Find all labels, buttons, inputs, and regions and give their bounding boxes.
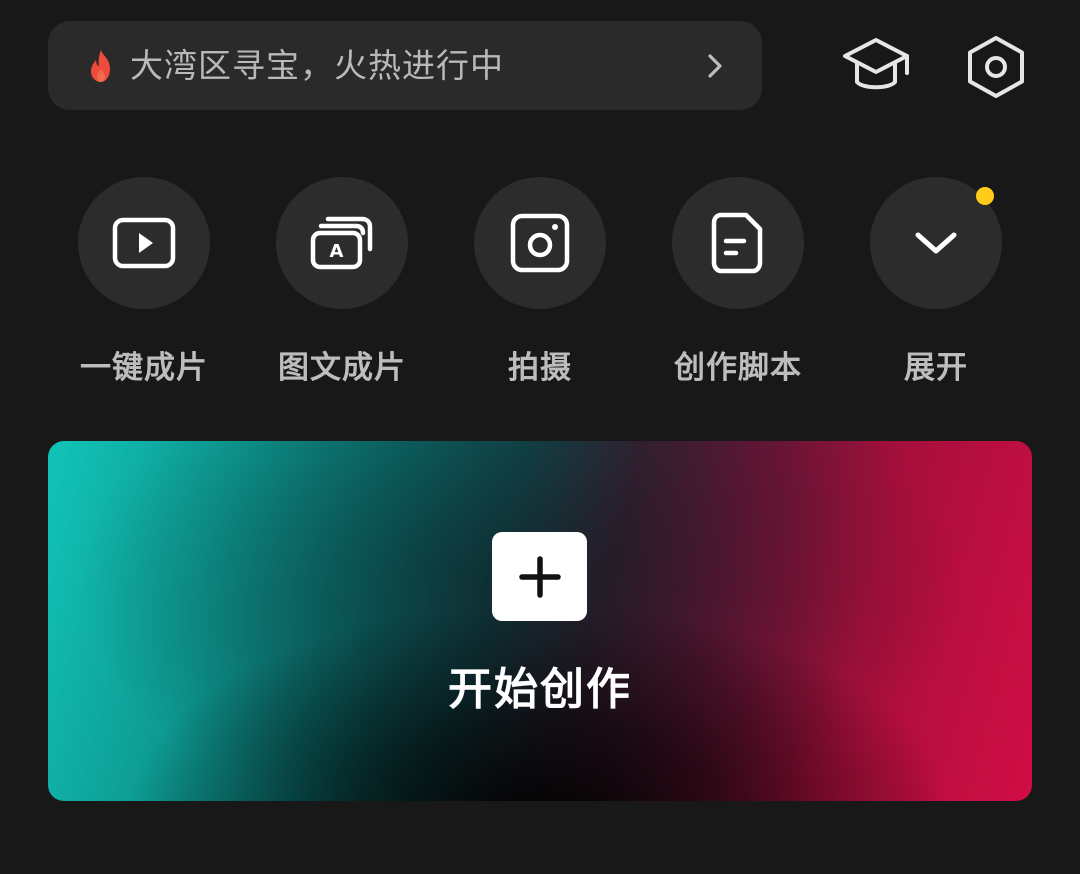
script-document-icon xyxy=(711,212,763,274)
svg-text:A: A xyxy=(330,241,344,262)
action-label: 图文成片 xyxy=(278,350,406,386)
settings-button[interactable] xyxy=(961,35,1031,99)
action-expand[interactable]: 展开 xyxy=(870,177,1002,387)
promo-banner[interactable]: 大湾区寻宝，火热进行中 xyxy=(48,21,762,110)
action-icon-circle xyxy=(78,177,210,309)
chevron-down-icon xyxy=(915,232,957,254)
action-icon-circle xyxy=(474,177,606,309)
start-creation-label: 开始创作 xyxy=(448,664,632,715)
hexagon-settings-icon xyxy=(968,36,1024,98)
banner-text: 大湾区寻宝，火热进行中 xyxy=(130,46,504,85)
action-label: 创作脚本 xyxy=(674,350,802,386)
chevron-right-icon xyxy=(708,53,722,78)
text-to-video-icon: A xyxy=(310,216,373,270)
graduation-cap-icon xyxy=(843,38,909,90)
action-label: 拍摄 xyxy=(508,350,572,386)
action-label: 一键成片 xyxy=(80,350,208,386)
action-shoot[interactable]: 拍摄 xyxy=(474,177,606,387)
plus-icon xyxy=(518,555,561,598)
camera-icon xyxy=(510,213,570,273)
action-icon-circle xyxy=(870,177,1002,309)
plus-button xyxy=(492,532,587,621)
action-label: 展开 xyxy=(904,350,968,386)
home-page: 大湾区寻宝，火热进行中 一键成片 A 图文成片 拍摄 创作脚本 展开 开始创作 xyxy=(0,0,1080,874)
action-one-click-video[interactable]: 一键成片 xyxy=(78,177,210,387)
action-icon-circle xyxy=(672,177,804,309)
action-icon-circle: A xyxy=(276,177,408,309)
tutorial-button[interactable] xyxy=(841,35,911,99)
start-creation-card[interactable]: 开始创作 xyxy=(48,441,1032,801)
flame-icon xyxy=(91,49,110,82)
play-video-icon xyxy=(112,217,176,269)
action-text-to-video[interactable]: A 图文成片 xyxy=(276,177,408,387)
action-create-script[interactable]: 创作脚本 xyxy=(672,177,804,387)
new-badge-dot xyxy=(976,187,994,205)
